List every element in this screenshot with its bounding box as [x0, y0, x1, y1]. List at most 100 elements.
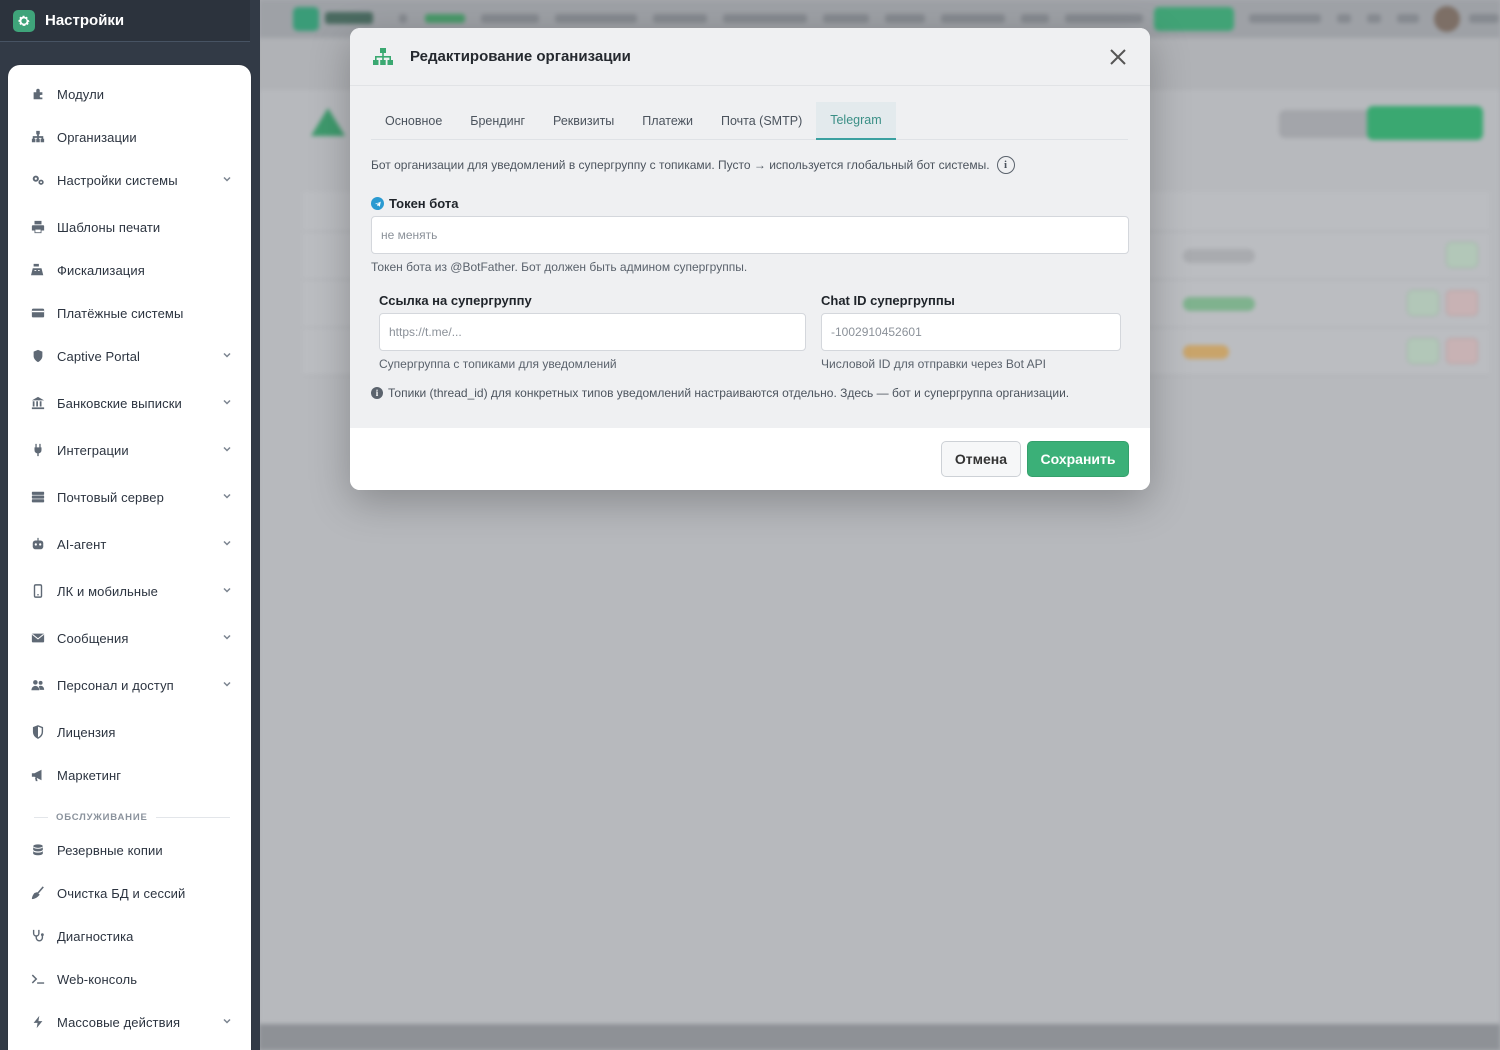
background-avatar: [1434, 6, 1460, 32]
sidebar-item-backups[interactable]: Резервные копии: [8, 833, 251, 867]
background-app-title: [325, 12, 373, 24]
background-green-button-2: [1367, 106, 1483, 140]
sidebar-item-print-templates[interactable]: Шаблоны печати: [8, 210, 251, 244]
tab-requisites[interactable]: Реквизиты: [539, 102, 628, 140]
modal-tabs: Основное Брендинг Реквизиты Платежи Почт…: [371, 102, 1128, 140]
sidebar-item-label: Очистка БД и сессий: [57, 885, 186, 901]
background-pill: [1183, 345, 1229, 359]
chat-id-input[interactable]: [821, 313, 1121, 351]
sitemap-icon: [30, 129, 46, 145]
edit-organization-modal: Редактирование организации Основное Брен…: [350, 28, 1150, 490]
megaphone-icon: [30, 767, 46, 783]
section-line: [155, 816, 230, 818]
chevron-down-icon: [223, 1018, 231, 1024]
sidebar-item-modules[interactable]: Модули: [8, 77, 251, 111]
token-label: Токен бота: [371, 196, 459, 211]
background-nav-item: [425, 14, 465, 23]
sidebar-item-captive-portal[interactable]: Captive Portal: [8, 339, 251, 373]
sidebar-item-fiscalization[interactable]: Фискализация: [8, 253, 251, 287]
sidebar-item-label: Персонал и доступ: [57, 677, 174, 693]
sidebar-header: Настройки: [0, 0, 250, 42]
terminal-icon: [30, 971, 46, 987]
users-icon: [30, 677, 46, 693]
sidebar-item-system-settings[interactable]: Настройки системы: [8, 163, 251, 197]
tab-smtp[interactable]: Почта (SMTP): [707, 102, 816, 140]
sidebar-menu: Модули Организации Настройки системы Шаб…: [8, 65, 251, 1050]
sidebar-item-label: Шаблоны печати: [57, 219, 161, 235]
sidebar-item-bulk-actions[interactable]: Массовые действия: [8, 1005, 251, 1039]
sidebar-item-payment-systems[interactable]: Платёжные системы: [8, 296, 251, 330]
sidebar-section-divider: ОБСЛУЖИВАНИЕ: [34, 809, 230, 825]
background-edit-button: [1407, 290, 1439, 316]
sidebar: Настройки Модули Организации Настройки с…: [0, 0, 260, 1050]
sidebar-item-label: Резервные копии: [57, 842, 163, 858]
broom-icon: [30, 885, 46, 901]
sidebar-title: Настройки: [45, 12, 125, 29]
info-icon[interactable]: i: [996, 156, 1015, 174]
chevron-down-icon: [223, 540, 231, 546]
chevron-down-icon: [223, 399, 231, 405]
sidebar-item-license[interactable]: Лицензия: [8, 715, 251, 749]
server-icon: [30, 489, 46, 505]
chevron-down-icon: [223, 587, 231, 593]
background-green-button: [1154, 7, 1234, 31]
sidebar-item-messages[interactable]: Сообщения: [8, 621, 251, 655]
background-nav-item: [941, 14, 1005, 23]
modal-body: Основное Брендинг Реквизиты Платежи Почт…: [350, 86, 1150, 428]
sidebar-item-cabinet-mobile[interactable]: ЛК и мобильные: [8, 574, 251, 608]
chevron-down-icon: [223, 176, 231, 182]
background-grey-button: [1279, 110, 1371, 138]
section-line: [34, 816, 48, 818]
cash-register-icon: [30, 262, 46, 278]
tab-telegram[interactable]: Telegram: [816, 102, 896, 140]
background-pill: [1183, 249, 1255, 263]
sidebar-item-label: Лицензия: [57, 724, 116, 740]
credit-card-icon: [30, 305, 46, 321]
background-pill: [1183, 297, 1255, 311]
background-nav-item: [481, 14, 539, 23]
sidebar-item-label: Диагностика: [57, 928, 134, 944]
background-edit-button: [1446, 242, 1478, 268]
sidebar-item-marketing[interactable]: Маркетинг: [8, 758, 251, 792]
sidebar-item-staff-access[interactable]: Персонал и доступ: [8, 668, 251, 702]
sitemap-icon: [373, 47, 393, 65]
background-nav-item: [1469, 14, 1499, 23]
sidebar-item-label: AI-агент: [57, 536, 107, 552]
close-icon[interactable]: [1106, 45, 1130, 69]
group-link-input[interactable]: [379, 313, 806, 351]
sidebar-item-db-cleanup[interactable]: Очистка БД и сессий: [8, 876, 251, 910]
database-icon: [30, 842, 46, 858]
description-text: Бот организации для уведомлений в суперг…: [371, 158, 990, 172]
telegram-description: Бот организации для уведомлений в суперг…: [371, 156, 1015, 174]
bolt-icon: [30, 1014, 46, 1030]
sidebar-item-web-console[interactable]: Web-консоль: [8, 962, 251, 996]
sidebar-item-mail-server[interactable]: Почтовый сервер: [8, 480, 251, 514]
cancel-button[interactable]: Отмена: [941, 441, 1021, 477]
save-button[interactable]: Сохранить: [1027, 441, 1129, 477]
modal-footer: Отмена Сохранить: [350, 428, 1150, 490]
tab-payments[interactable]: Платежи: [628, 102, 707, 140]
chevron-down-icon: [223, 352, 231, 358]
chevron-down-icon: [223, 446, 231, 452]
sidebar-item-integrations[interactable]: Интеграции: [8, 433, 251, 467]
topics-note-text: Топики (thread_id) для конкретных типов …: [388, 386, 1070, 400]
modal-header: Редактирование организации: [350, 28, 1150, 86]
group-link-hint: Супергруппа с топиками для уведомлений: [379, 357, 617, 371]
stethoscope-icon: [30, 928, 46, 944]
token-hint: Токен бота из @BotFather. Бот должен быт…: [371, 260, 748, 274]
sidebar-item-bank-statements[interactable]: Банковские выписки: [8, 386, 251, 420]
tab-general[interactable]: Основное: [371, 102, 456, 140]
sidebar-item-organizations[interactable]: Организации: [8, 120, 251, 154]
shield-half-icon: [30, 724, 46, 740]
bot-token-input[interactable]: [371, 216, 1129, 254]
printer-icon: [30, 219, 46, 235]
sidebar-item-label: Web-консоль: [57, 971, 138, 987]
sidebar-item-diagnostics[interactable]: Диагностика: [8, 919, 251, 953]
background-nav-item: [823, 14, 869, 23]
tab-branding[interactable]: Брендинг: [456, 102, 539, 140]
sidebar-item-label: Банковские выписки: [57, 395, 182, 411]
sidebar-item-ai-agent[interactable]: AI-агент: [8, 527, 251, 561]
gears-icon: [30, 172, 46, 188]
plug-icon: [30, 442, 46, 458]
sidebar-item-label: Организации: [57, 129, 137, 145]
